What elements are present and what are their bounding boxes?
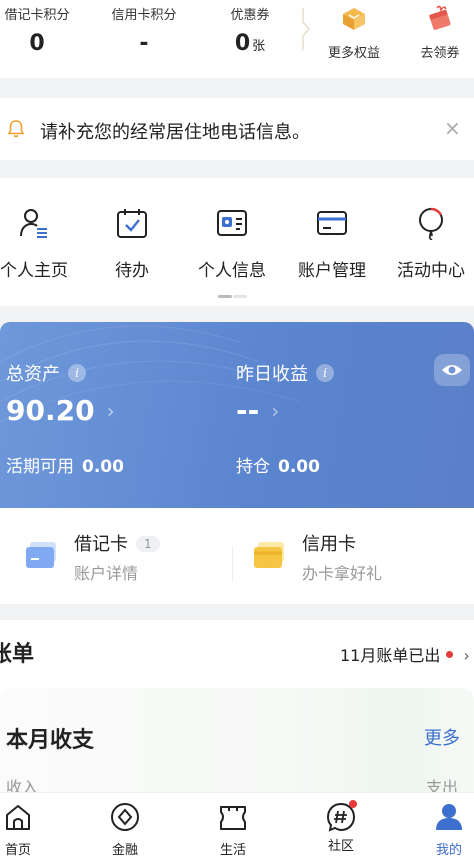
divider-chevron (302, 8, 310, 50)
chevron-right-icon: › (106, 398, 115, 423)
bill-status-text: 11月账单已出 (340, 646, 441, 665)
assets-card: 总资产 i 90.20 › 昨日收益 i -- › 活期可用 0.00 持仓 0.00 (0, 322, 474, 508)
credit-card-subtitle: 办卡拿好礼 (302, 564, 383, 583)
credit-card-title: 信用卡 (302, 534, 356, 555)
chevron-right-icon: › (463, 646, 470, 665)
menu-label: 待办 (115, 261, 149, 281)
total-assets-label: 总资产 i (6, 360, 86, 386)
life-ticket-icon (220, 806, 246, 830)
tab-profile[interactable]: 我的 (419, 801, 474, 858)
tab-label: 首页 (4, 843, 31, 858)
credit-card-entry[interactable]: 信用卡 办卡拿好礼 (254, 530, 454, 586)
current-available: 活期可用 0.00 (6, 452, 124, 477)
tab-life[interactable]: 生活 (203, 801, 263, 858)
info-icon[interactable]: i (316, 364, 334, 382)
toggle-visibility-button[interactable] (434, 354, 470, 386)
menu-item-todo[interactable]: 待办 (88, 206, 176, 281)
holding-label: 持仓 (236, 457, 270, 477)
bell-icon (7, 120, 25, 138)
coupon-label: 优惠券 (230, 8, 270, 23)
bill-section: 账单 11月账单已出 › 本月收支 更多 收入 支出 (0, 620, 474, 800)
phone-info-notice[interactable]: 请补充您的经常居住地电话信息。 × (0, 98, 474, 160)
notification-dot (349, 800, 357, 808)
gift-box-icon (343, 8, 365, 30)
menu-label: 活动中心 (397, 261, 465, 281)
get-coupon-button[interactable]: 去领券 (404, 0, 474, 61)
debit-points-value: 0 (29, 31, 45, 56)
points-bar: 借记卡积分 0 信用卡积分 - 优惠券 0张 更多权益 去领券 (0, 0, 474, 78)
close-icon[interactable]: × (444, 116, 461, 140)
holding: 持仓 0.00 (236, 452, 320, 477)
eye-icon (442, 365, 462, 375)
finance-icon (111, 803, 139, 831)
info-icon[interactable]: i (68, 364, 86, 382)
cards-row: 借记卡 1 账户详情 信用卡 办卡拿好礼 (0, 508, 474, 604)
more-perks-button[interactable]: 更多权益 (318, 0, 390, 61)
menu-label: 个人信息 (198, 261, 266, 281)
debit-card-title: 借记卡 1 (74, 530, 160, 556)
bill-status-link[interactable]: 11月账单已出 › (340, 642, 470, 666)
divider (232, 546, 233, 582)
coupon-value: 0张 (234, 31, 266, 56)
tab-label: 社区 (327, 839, 354, 854)
get-coupon-label: 去领券 (420, 46, 460, 61)
quick-menu: 个人主页 待办 个人信息 账户管理 活动中心 (0, 178, 474, 306)
credit-points-value: - (139, 31, 149, 56)
debit-points-label: 借记卡积分 (4, 8, 70, 23)
yesterday-income-value[interactable]: -- › (236, 394, 279, 427)
notice-text: 请补充您的经常居住地电话信息。 (40, 122, 310, 143)
coupon-gift-icon (429, 5, 451, 30)
more-link[interactable]: 更多 (424, 724, 460, 750)
more-perks-label: 更多权益 (327, 46, 380, 61)
yesterday-income-label: 昨日收益 i (236, 360, 334, 386)
menu-item-activity-center[interactable]: 活动中心 (387, 206, 474, 281)
profile-icon (436, 804, 462, 830)
debit-card-count: 1 (136, 536, 160, 552)
bill-title: 账单 (0, 642, 35, 667)
current-available-label: 活期可用 (6, 457, 74, 477)
menu-item-personal-info[interactable]: 个人信息 (188, 206, 276, 281)
debit-card-entry[interactable]: 借记卡 1 账户详情 (26, 530, 216, 586)
red-dot-icon (446, 651, 454, 658)
tab-finance[interactable]: 金融 (95, 801, 155, 858)
page-indicator (218, 295, 248, 298)
holding-value: 0.00 (278, 457, 320, 477)
credit-points[interactable]: 信用卡积分 - (99, 4, 189, 56)
card-icon (317, 211, 347, 235)
monthly-summary-title: 本月收支 (6, 728, 95, 753)
total-assets-value[interactable]: 90.20 › (6, 394, 115, 427)
bottom-tab-bar: 首页 金融 生活 社区 我的 (0, 792, 474, 858)
credit-card-icon (254, 542, 284, 568)
monthly-summary: 本月收支 更多 收入 支出 (0, 688, 474, 800)
home-icon (6, 805, 30, 830)
tab-label: 我的 (435, 843, 462, 858)
chevron-right-icon: › (271, 398, 280, 423)
person-list-icon (20, 209, 47, 238)
credit-points-label: 信用卡积分 (111, 8, 177, 23)
tab-label: 生活 (219, 843, 246, 858)
balloon-icon (419, 207, 443, 241)
tab-community[interactable]: 社区 (311, 800, 371, 854)
menu-item-personal-home[interactable]: 个人主页 (0, 206, 78, 281)
debit-card-icon (26, 542, 56, 568)
community-icon-wrap (325, 800, 357, 833)
debit-card-subtitle: 账户详情 (74, 564, 139, 583)
current-available-value: 0.00 (82, 457, 124, 477)
id-card-icon (217, 210, 247, 236)
menu-label: 账户管理 (298, 261, 366, 281)
debit-points[interactable]: 借记卡积分 0 (0, 4, 82, 56)
tab-label: 金融 (111, 843, 138, 858)
coupon-count[interactable]: 优惠券 0张 (205, 4, 295, 56)
tab-home[interactable]: 首页 (0, 801, 48, 858)
menu-item-account-management[interactable]: 账户管理 (288, 206, 376, 281)
menu-label: 个人主页 (0, 261, 68, 281)
calendar-check-icon (117, 209, 147, 238)
